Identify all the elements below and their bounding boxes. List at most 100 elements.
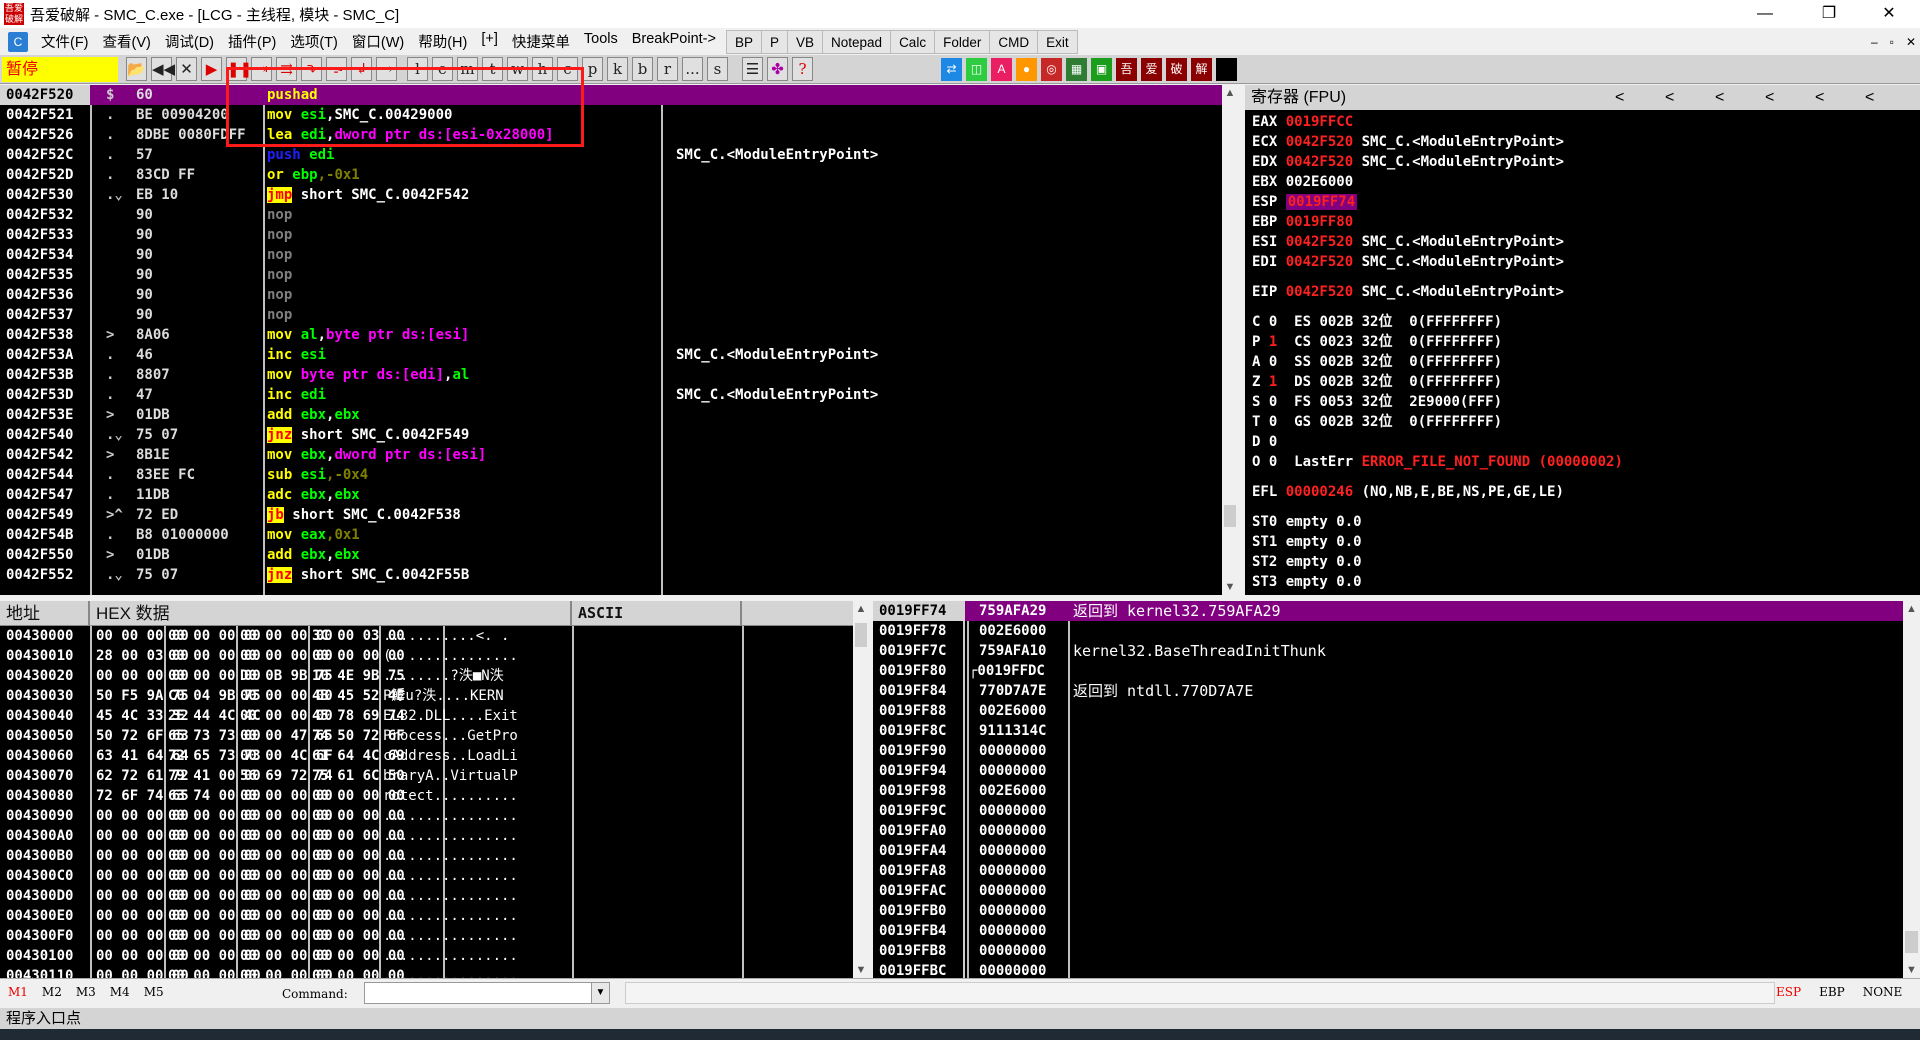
execute-till-return-icon[interactable]: ↲	[351, 57, 372, 81]
register-token[interactable]: 0042F520	[1286, 134, 1353, 150]
register-token[interactable]: ES 002B 32位 0(FFFFFFFF)	[1277, 314, 1502, 330]
dump-row[interactable]: 00430030 50 F5 9A 75 C0 04 9B 75 00 00 00 0…	[0, 686, 853, 706]
register-line[interactable]: T 0 GS 002B 32位 0(FFFFFFFF)	[1252, 412, 1920, 432]
stack-row[interactable]: 0019FFA4 00000000	[873, 841, 1903, 861]
memory-tab-m4[interactable]: M4	[110, 985, 130, 999]
disasm-row[interactable]: 0042F52C. 57 push edi SMC_C.<ModuleEntryPoi…	[0, 145, 1222, 165]
grid-icon[interactable]: ▦	[1066, 57, 1087, 81]
disasm-row[interactable]: 0042F54B. B8 01000000 mov eax,0x1	[0, 525, 1222, 545]
register-line[interactable]: EAX 0019FFCC	[1252, 112, 1920, 132]
dump-row[interactable]: 00430060 63 41 64 64 72 65 73 73 00 00 4C 6…	[0, 746, 853, 766]
disasm-row[interactable]: 0042F536 90 nop	[0, 285, 1222, 305]
register-line[interactable]: Z 1 DS 002B 32位 0(FFFFFFFF)	[1252, 372, 1920, 392]
disasm-row[interactable]: 0042F542 >8B1E mov ebx,dword ptr ds:[esi]	[0, 445, 1222, 465]
trace-into-icon[interactable]: ⤵	[301, 57, 322, 81]
register-token[interactable]: 0042F520	[1286, 154, 1353, 170]
mdi-restore-button[interactable]: ▫	[1890, 35, 1894, 49]
disasm-row[interactable]: 0042F533 90 nop	[0, 225, 1222, 245]
register-line[interactable]: ESI 0042F520 SMC_C.<ModuleEntryPoint>	[1252, 232, 1920, 252]
window-button-p[interactable]: p	[582, 57, 603, 81]
register-line[interactable]: O 0 LastErr ERROR_FILE_NOT_FOUND (000000…	[1252, 452, 1920, 472]
stack-row[interactable]: 0019FF78 002E6000	[873, 621, 1903, 641]
register-line[interactable]: C 0 ES 002B 32位 0(FFFFFFFF)	[1252, 312, 1920, 332]
menu-item[interactable]: BreakPoint->	[625, 31, 723, 52]
dump-row[interactable]: 00430040 45 4C 33 32 2E 44 4C 4C 00 00 00 0…	[0, 706, 853, 726]
dump-row[interactable]: 00430020 00 00 00 00 00 00 00 00 D0 0B 9B 7…	[0, 666, 853, 686]
dump-scrollbar[interactable]: ▲ ▼	[853, 601, 869, 978]
register-scroll-left-button[interactable]: <	[1715, 85, 1724, 110]
dump-header-address[interactable]: 地址	[0, 601, 90, 626]
menu-item[interactable]: 帮助(H)	[411, 31, 474, 52]
disasm-row[interactable]: 0042F537 90 nop	[0, 305, 1222, 325]
register-line[interactable]: ST3 empty 0.0	[1252, 572, 1920, 592]
register-token[interactable]: 0	[1269, 434, 1277, 450]
dump-row[interactable]: 00430080 72 6F 74 65 63 74 00 00 00 00 00 0…	[0, 786, 853, 806]
disasm-row[interactable]: 0042F53D. 47 inc edi SMC_C.<ModuleEntryPoin…	[0, 385, 1222, 405]
registers-pane[interactable]: EAX 0019FFCC ECX 0042F520 SMC_C.<ModuleEn…	[1245, 110, 1920, 595]
quick-button-cmd[interactable]: CMD	[989, 29, 1039, 54]
minimize-button[interactable]: —	[1742, 0, 1788, 28]
quick-button-bp[interactable]: BP	[725, 29, 762, 54]
register-token[interactable]: 0019FFCC	[1286, 114, 1353, 130]
stack-row[interactable]: 0019FF7C 759AFA10 kernel32.BaseThreadInitT…	[873, 641, 1903, 661]
memory-tab-m5[interactable]: M5	[144, 985, 164, 999]
stack-row[interactable]: 0019FF90 00000000	[873, 741, 1903, 761]
command-input[interactable]: ▼	[364, 982, 610, 1004]
disasm-row[interactable]: 0042F540 .⌄ 75 07 jnz short SMC_C.0042F549	[0, 425, 1222, 445]
disasm-row[interactable]: 0042F534 90 nop	[0, 245, 1222, 265]
register-line[interactable]: EIP 0042F520 SMC_C.<ModuleEntryPoint>	[1252, 282, 1920, 302]
register-scroll-left-button[interactable]: <	[1665, 85, 1674, 110]
menu-item[interactable]: Tools	[577, 31, 625, 52]
goto-icon[interactable]: →	[376, 57, 397, 81]
dump-row[interactable]: 00430050 50 72 6F 63 65 73 73 00 00 00 47 6…	[0, 726, 853, 746]
run-icon[interactable]: ▶	[201, 57, 222, 81]
refresh-icon[interactable]: ⇄	[941, 57, 962, 81]
stack-mode-esp[interactable]: ESP	[1776, 985, 1801, 999]
register-line[interactable]: ST4 empty 0.0	[1252, 592, 1920, 595]
window-button-m[interactable]: m	[457, 57, 478, 81]
register-scroll-left-button[interactable]: <	[1815, 85, 1824, 110]
dump-row[interactable]: 00430000 00 00 00 00 00 00 00 00 00 00 00 0…	[0, 626, 853, 646]
stack-mode-ebp[interactable]: EBP	[1819, 985, 1845, 999]
disasm-row[interactable]: 0042F550 >01DB add ebx,ebx	[0, 545, 1222, 565]
disasm-row[interactable]: 0042F530 .⌄ EB 10 jmp short SMC_C.0042F542	[0, 185, 1222, 205]
stack-row[interactable]: 0019FFB0 00000000	[873, 901, 1903, 921]
open-icon[interactable]: 📂	[126, 57, 147, 81]
dump-row[interactable]: 004300B0 00 00 00 00 00 00 00 00 00 00 00 0…	[0, 846, 853, 866]
register-token[interactable]: SMC_C.<ModuleEntryPoint>	[1353, 284, 1564, 300]
black-icon[interactable]	[1216, 57, 1237, 81]
quick-button-p[interactable]: P	[760, 29, 788, 54]
register-token[interactable]: SMC_C.<ModuleEntryPoint>	[1353, 254, 1564, 270]
wu-icon[interactable]: 吾	[1116, 57, 1137, 81]
menu-item[interactable]: 文件(F)	[34, 31, 96, 52]
window-button-more[interactable]: ...	[682, 57, 703, 81]
register-token[interactable]: SMC_C.<ModuleEntryPoint>	[1353, 134, 1564, 150]
register-line[interactable]: EBX 002E6000	[1252, 172, 1920, 192]
window-button-c[interactable]: c	[557, 57, 578, 81]
disasm-row[interactable]: 0042F532 90 nop	[0, 205, 1222, 225]
dump-row[interactable]: 00430100 00 00 00 00 00 00 00 00 00 00 00 0…	[0, 946, 853, 966]
register-line[interactable]: EDX 0042F520 SMC_C.<ModuleEntryPoint>	[1252, 152, 1920, 172]
register-token[interactable]: 0019FF80	[1286, 214, 1353, 230]
register-line[interactable]: ST1 empty 0.0	[1252, 532, 1920, 552]
disasm-row[interactable]: 0042F53A. 46 inc esi SMC_C.<ModuleEntryPoin…	[0, 345, 1222, 365]
window-button-w[interactable]: w	[507, 57, 528, 81]
register-line[interactable]: D 0	[1252, 432, 1920, 452]
memory-icon[interactable]: ▣	[1091, 57, 1112, 81]
quick-button-calc[interactable]: Calc	[890, 29, 936, 54]
memory-tab-m3[interactable]: M3	[76, 985, 96, 999]
disasm-row[interactable]: 0042F520 $60 pushad	[0, 85, 1222, 105]
disasm-row[interactable]: 0042F544. 83EE FC sub esi,-0x4	[0, 465, 1222, 485]
menu-item[interactable]: 快捷菜单	[505, 31, 577, 52]
memory-dump-pane[interactable]: 00430000 00 00 00 00 00 00 00 00 00 00 00 0…	[0, 626, 853, 978]
menu-item[interactable]: 插件(P)	[221, 31, 283, 52]
green-icon[interactable]: ◫	[966, 57, 987, 81]
menu-item[interactable]: 调试(D)	[158, 31, 221, 52]
quick-button-vb[interactable]: VB	[787, 29, 824, 54]
po-icon[interactable]: 破	[1166, 57, 1187, 81]
mdi-close-button[interactable]: ✕	[1906, 35, 1916, 49]
dump-row[interactable]: 00430090 00 00 00 00 00 00 00 00 00 00 00 0…	[0, 806, 853, 826]
disasm-row[interactable]: 0042F547. 11DB adc ebx,ebx	[0, 485, 1222, 505]
dump-row[interactable]: 00430070 62 72 61 72 79 41 00 00 56 69 72 7…	[0, 766, 853, 786]
quick-button-folder[interactable]: Folder	[934, 29, 991, 54]
